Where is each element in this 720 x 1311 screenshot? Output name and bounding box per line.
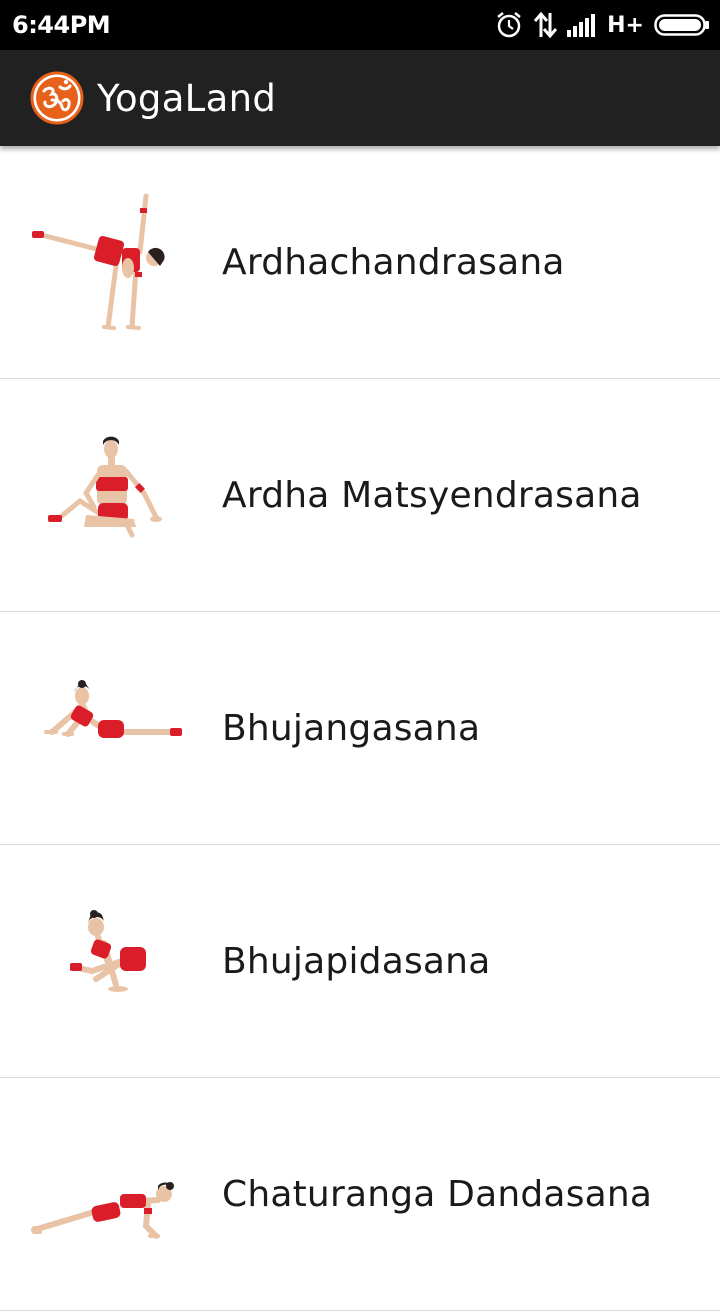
app-bar: YogaLand — [0, 50, 720, 146]
pose-name: Chaturanga Dandasana — [222, 1173, 653, 1215]
status-icons: H+ — [485, 8, 710, 42]
status-time: 6:44PM — [12, 11, 111, 39]
battery-icon — [654, 14, 709, 36]
list-item-chaturanga-dandasana[interactable]: Chaturanga Dandasana — [0, 1078, 720, 1311]
pose-name: Ardha Matsyendrasana — [222, 474, 642, 516]
list-item-bhujapidasana[interactable]: Bhujapidasana — [0, 845, 720, 1078]
bhujangasana-pose-image — [44, 680, 182, 738]
om-icon[interactable] — [30, 71, 84, 125]
app-title: YogaLand — [97, 77, 277, 120]
ardha-matsyendrasana-pose-image — [48, 436, 162, 538]
status-bar: 6:44PM H+ — [0, 0, 720, 50]
pose-name: Bhujapidasana — [222, 940, 491, 982]
signal-icon — [567, 14, 596, 37]
list-item-bhujangasana[interactable]: Bhujangasana — [0, 612, 720, 845]
pose-list: Ardhachandrasana Ardha Matsyendrasana Bh… — [0, 146, 720, 1311]
bhujapidasana-pose-image — [70, 910, 146, 992]
alarm-icon — [497, 12, 521, 38]
data-transfer-icon — [534, 11, 558, 39]
pose-name: Ardhachandrasana — [222, 241, 565, 283]
ardhachandrasana-pose-image — [32, 193, 165, 330]
pose-name: Bhujangasana — [222, 707, 481, 749]
chaturanga-dandasana-pose-image — [31, 1182, 174, 1239]
list-item-ardhachandrasana[interactable]: Ardhachandrasana — [0, 146, 720, 379]
list-item-ardha-matsyendrasana[interactable]: Ardha Matsyendrasana — [0, 379, 720, 612]
network-type: H+ — [607, 12, 644, 38]
